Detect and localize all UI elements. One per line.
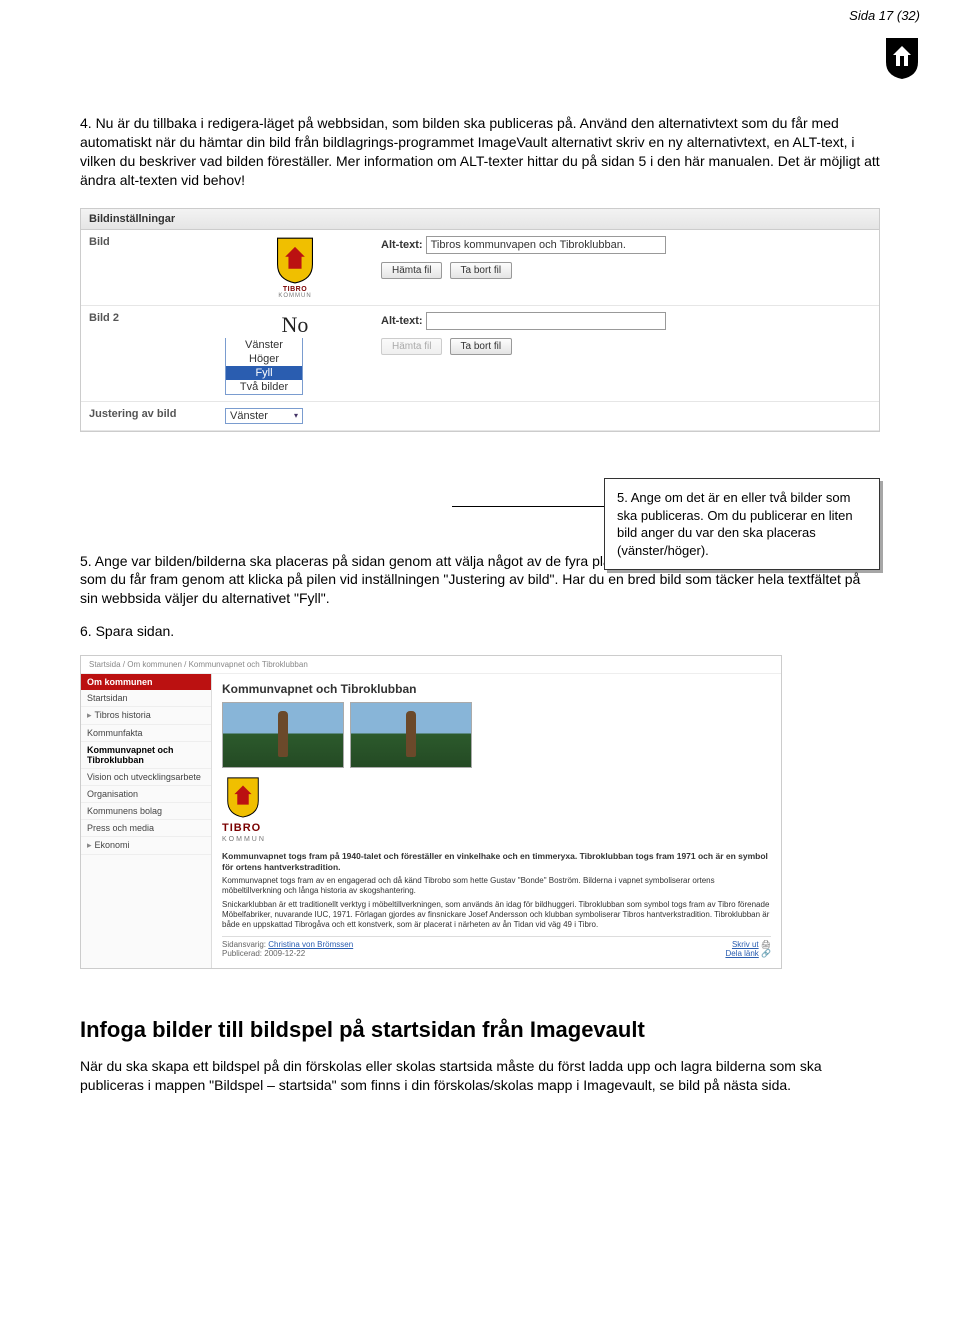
sidebar-item-ekonomi[interactable]: ▸Ekonomi xyxy=(81,837,211,855)
sidebar-header: Om kommunen xyxy=(81,674,211,690)
fetch-file-button-2[interactable]: Hämta fil xyxy=(381,338,442,355)
callout-box: 5. Ange om det är en eller två bilder so… xyxy=(604,478,880,570)
sidebar-item-bolag[interactable]: Kommunens bolag xyxy=(81,803,211,820)
tibro-wordmark: TIBRO xyxy=(222,822,261,834)
remove-file-button[interactable]: Ta bort fil xyxy=(450,262,513,279)
paragraph-intro: 4. Nu är du tillbaka i redigera-läget på… xyxy=(80,114,880,190)
tibro-sublabel: KOMMUN xyxy=(225,293,365,299)
page-number: Sida 17 (32) xyxy=(849,8,920,23)
option-vanster[interactable]: Vänster xyxy=(226,338,302,352)
sidebar: Om kommunen Startsidan ▸Tibros historia … xyxy=(81,674,212,968)
panel-header: Bildinställningar xyxy=(81,209,879,230)
resp-label: Sidansvarig: xyxy=(222,940,266,949)
position-dropdown-open[interactable]: Vänster Höger Fyll Två bilder xyxy=(225,338,303,395)
row-label-bild2: Bild 2 xyxy=(81,305,217,401)
sidebar-item-kommunvapnet[interactable]: Kommunvapnet och Tibroklubban xyxy=(81,742,211,769)
alt-text-input-2[interactable] xyxy=(426,312,666,330)
pub-label: Publicerad: xyxy=(222,949,262,958)
section-heading: Infoga bilder till bildspel på startsida… xyxy=(80,1017,880,1043)
paragraph-bildspel: När du ska skapa ett bildspel på din för… xyxy=(80,1057,880,1095)
sidebar-item-kommunfakta[interactable]: Kommunfakta xyxy=(81,725,211,742)
paragraph-step6: 6. Spara sidan. xyxy=(80,622,880,641)
sidebar-item-label: Ekonomi xyxy=(95,840,130,850)
page-crest-icon xyxy=(884,36,920,80)
no-image-placeholder: No xyxy=(225,312,365,338)
tibro-subwordmark: KOMMUN xyxy=(222,836,266,843)
pub-date: 2009-12-22 xyxy=(264,949,305,958)
preview-caption: Kommunvapnet togs fram på 1940-talet och… xyxy=(222,851,771,872)
preview-main: Kommunvapnet och Tibroklubban TIBRO KOMM… xyxy=(212,674,781,968)
alt-text-input[interactable]: Tibros kommunvapen och Tibroklubban. xyxy=(426,236,666,254)
thumb-crest-icon xyxy=(271,236,319,284)
sidebar-item-vision[interactable]: Vision och utvecklingsarbete xyxy=(81,769,211,786)
expand-icon: ▸ xyxy=(87,840,92,850)
chevron-down-icon: ▾ xyxy=(294,411,298,420)
tibro-label: TIBRO xyxy=(225,286,365,293)
expand-icon: ▸ xyxy=(87,710,92,720)
sidebar-item-historia[interactable]: ▸Tibros historia xyxy=(81,707,211,725)
preview-photo-1 xyxy=(222,702,344,768)
webpage-preview: Startsida / Om kommunen / Kommunvapnet o… xyxy=(80,655,782,969)
remove-file-button-2[interactable]: Ta bort fil xyxy=(450,338,513,355)
preview-photo-2 xyxy=(350,702,472,768)
sidebar-item-startsidan[interactable]: Startsidan xyxy=(81,690,211,707)
preview-para1: Kommunvapnet togs fram av en engagerad o… xyxy=(222,876,771,896)
alt-text-label: Alt-text: xyxy=(381,239,423,251)
resp-link[interactable]: Christina von Brömssen xyxy=(268,940,353,949)
justering-select[interactable]: Vänster ▾ xyxy=(225,408,303,424)
preview-para2: Snickarklubban är ett traditionellt verk… xyxy=(222,900,771,930)
sidebar-item-organisation[interactable]: Organisation xyxy=(81,786,211,803)
row-label-bild: Bild xyxy=(81,230,217,306)
row-label-justering: Justering av bild xyxy=(81,401,217,430)
share-link[interactable]: Dela länk xyxy=(725,949,758,958)
alt-text-label-2: Alt-text: xyxy=(381,315,423,327)
option-fyll[interactable]: Fyll xyxy=(226,366,302,380)
fetch-file-button[interactable]: Hämta fil xyxy=(381,262,442,279)
option-tva-bilder[interactable]: Två bilder xyxy=(226,380,302,394)
tibro-crest-icon xyxy=(222,776,264,820)
breadcrumb: Startsida / Om kommunen / Kommunvapnet o… xyxy=(81,656,781,674)
justering-value: Vänster xyxy=(230,410,268,422)
image-settings-panel: Bildinställningar Bild TIBRO KOMMUN Alt-… xyxy=(80,208,880,432)
sidebar-item-press[interactable]: Press och media xyxy=(81,820,211,837)
preview-title: Kommunvapnet och Tibroklubban xyxy=(222,682,771,696)
option-hoger[interactable]: Höger xyxy=(226,352,302,366)
sidebar-item-label: Tibros historia xyxy=(95,710,151,720)
